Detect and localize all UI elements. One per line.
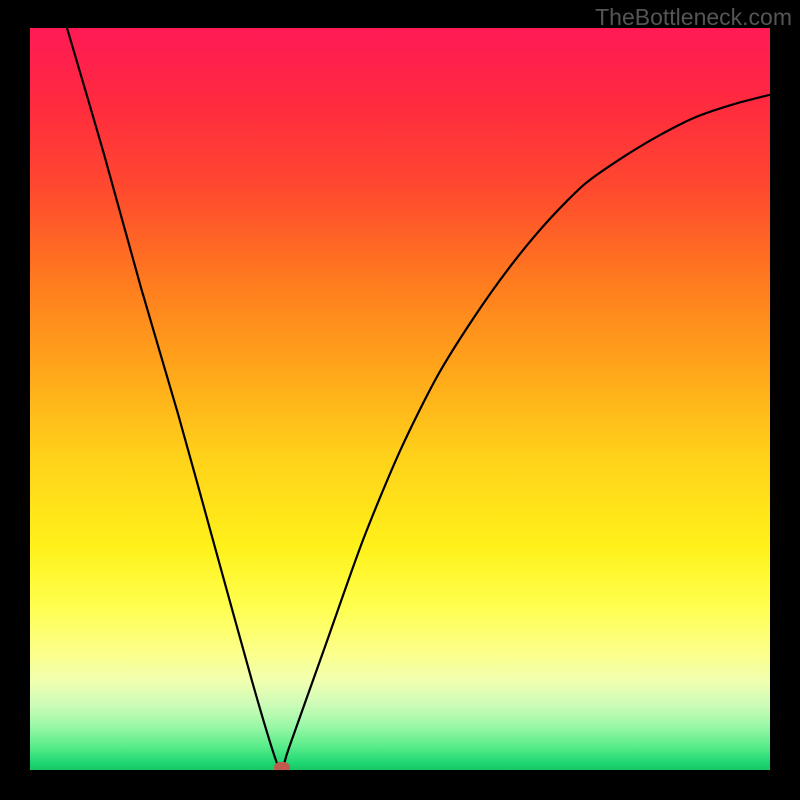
plot-area	[30, 28, 770, 770]
chart-frame: TheBottleneck.com	[0, 0, 800, 800]
bottleneck-curve-path	[67, 28, 770, 770]
watermark-text: TheBottleneck.com	[595, 4, 792, 31]
optimal-point-marker	[274, 762, 290, 770]
curve-layer	[30, 28, 770, 770]
